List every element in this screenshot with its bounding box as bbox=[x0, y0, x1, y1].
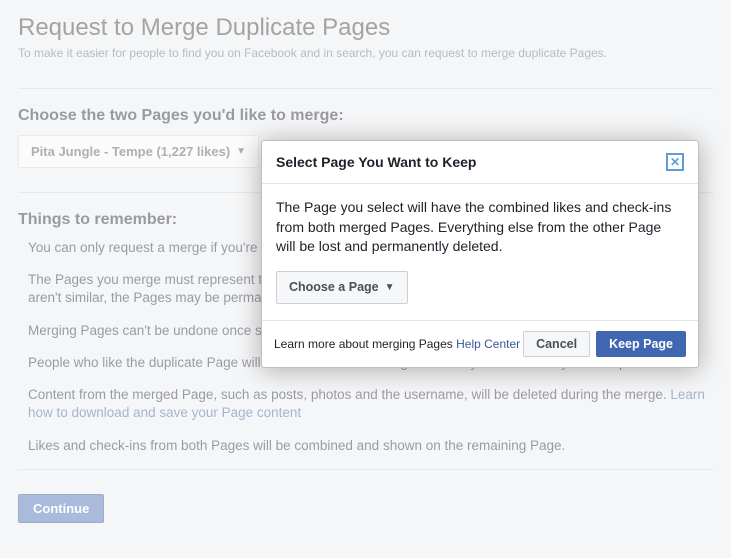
footer-text: Learn more about merging Pages bbox=[274, 337, 456, 351]
choose-page-dropdown[interactable]: Choose a Page ▼ bbox=[276, 271, 408, 305]
caret-down-icon: ▼ bbox=[385, 281, 395, 295]
close-icon[interactable]: ✕ bbox=[666, 153, 684, 171]
dialog-footer-text: Learn more about merging Pages Help Cent… bbox=[274, 337, 520, 351]
choose-page-label: Choose a Page bbox=[289, 279, 379, 297]
cancel-button[interactable]: Cancel bbox=[523, 331, 590, 357]
help-center-link[interactable]: Help Center bbox=[456, 337, 520, 351]
keep-page-button[interactable]: Keep Page bbox=[596, 331, 686, 357]
dialog-title: Select Page You Want to Keep bbox=[276, 154, 476, 170]
dialog-body-text: The Page you select will have the combin… bbox=[276, 198, 684, 257]
select-page-dialog: Select Page You Want to Keep ✕ The Page … bbox=[261, 140, 699, 368]
